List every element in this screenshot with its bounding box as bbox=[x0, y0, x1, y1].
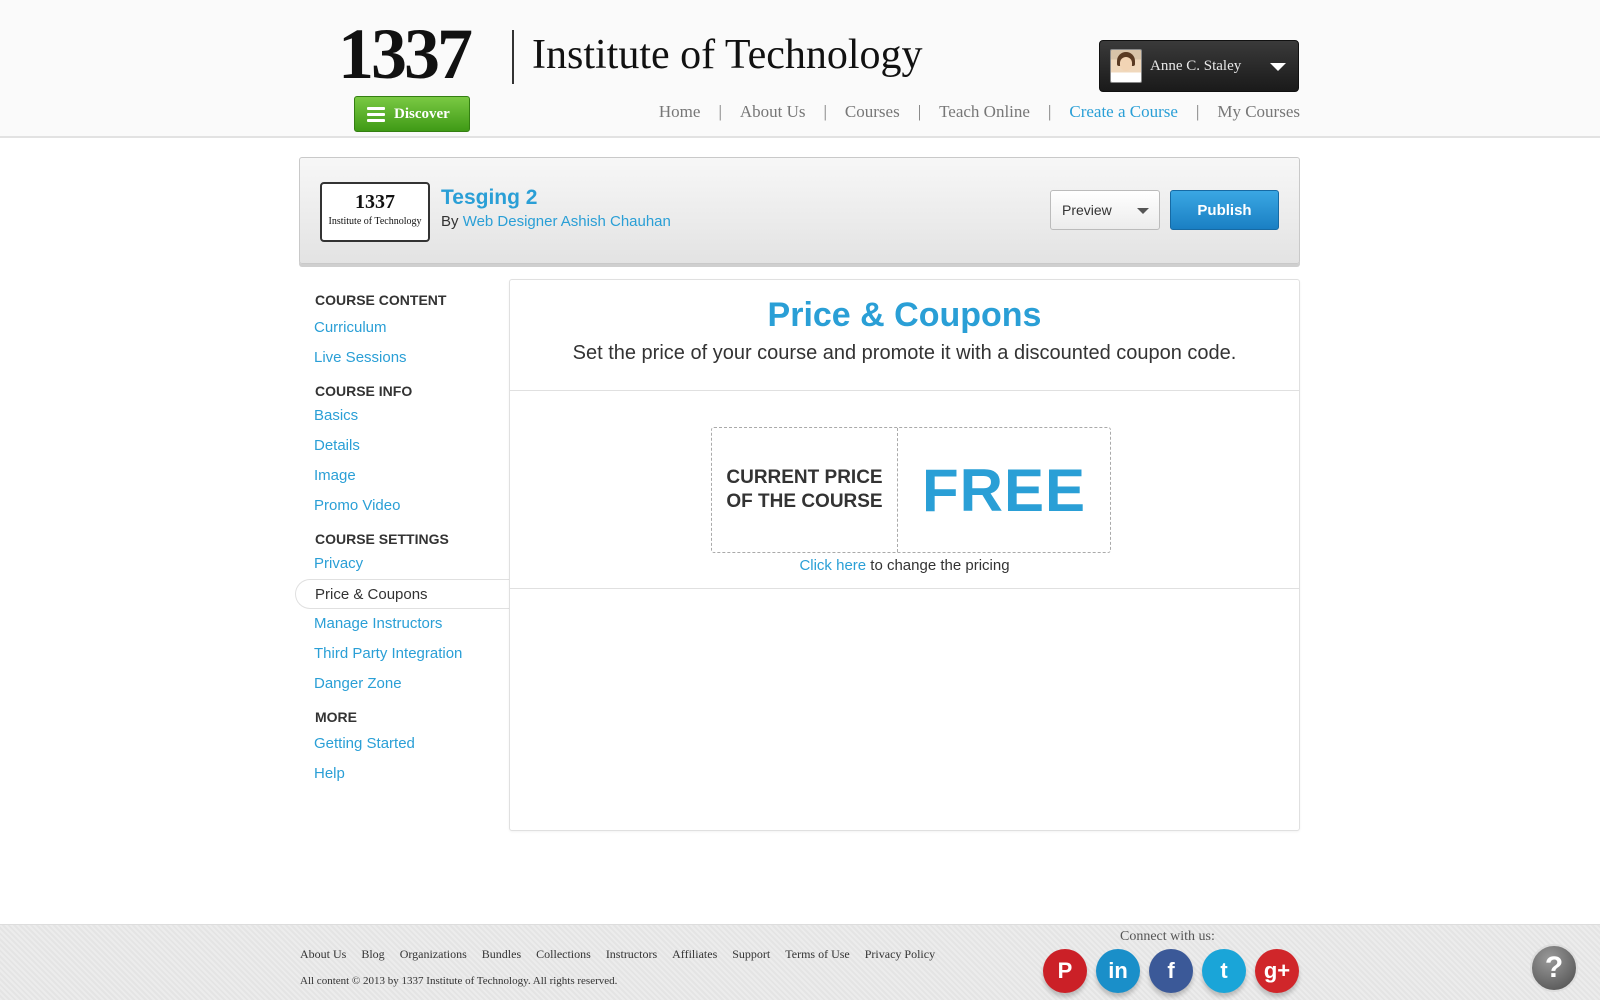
nav-separator: | bbox=[823, 102, 827, 121]
user-menu-dropdown[interactable]: Anne C. Staley bbox=[1099, 40, 1299, 92]
nav-about-us[interactable]: About Us bbox=[740, 102, 806, 122]
course-sidebar: COURSE CONTENT Curriculum Live Sessions … bbox=[295, 280, 510, 789]
footer-link-privacy-policy[interactable]: Privacy Policy bbox=[865, 947, 935, 962]
nav-separator: | bbox=[917, 102, 922, 121]
copyright-text: All content © 2013 by 1337 Institute of … bbox=[300, 975, 618, 987]
footer-links: About Us Blog Organizations Bundles Coll… bbox=[300, 947, 935, 962]
google-plus-icon[interactable]: g+ bbox=[1255, 949, 1299, 993]
nav-separator: | bbox=[1195, 102, 1200, 121]
footer-link-bundles[interactable]: Bundles bbox=[482, 947, 521, 962]
linkedin-icon[interactable]: in bbox=[1096, 949, 1140, 993]
footer-link-blog[interactable]: Blog bbox=[361, 947, 384, 962]
author-link[interactable]: Web Designer Ashish Chauhan bbox=[463, 213, 671, 230]
logo-name[interactable]: Institute of Technology bbox=[532, 34, 923, 76]
sidebar-item-third-party-integration[interactable]: Third Party Integration bbox=[295, 639, 510, 669]
footer-link-collections[interactable]: Collections bbox=[536, 947, 591, 962]
course-logo-number: 1337 bbox=[355, 191, 395, 213]
section-heading-course-content: COURSE CONTENT bbox=[315, 292, 447, 308]
divider bbox=[510, 588, 1299, 589]
logo-divider bbox=[512, 30, 514, 84]
change-pricing-line: Click here to change the pricing bbox=[510, 557, 1299, 574]
sidebar-item-getting-started[interactable]: Getting Started bbox=[295, 729, 510, 759]
divider bbox=[510, 390, 1299, 391]
current-price-value: FREE bbox=[921, 456, 1087, 524]
footer-link-affiliates[interactable]: Affiliates bbox=[672, 947, 717, 962]
avatar bbox=[1110, 49, 1142, 83]
footer-link-about-us[interactable]: About Us bbox=[300, 947, 346, 962]
nav-courses[interactable]: Courses bbox=[845, 102, 900, 122]
course-author-line: By Web Designer Ashish Chauhan bbox=[441, 213, 671, 230]
footer-link-support[interactable]: Support bbox=[732, 947, 770, 962]
nav-separator: | bbox=[718, 102, 722, 121]
sidebar-item-basics[interactable]: Basics bbox=[295, 401, 510, 431]
page-subtitle: Set the price of your course and promote… bbox=[572, 342, 1237, 364]
course-thumbnail[interactable]: 1337 Institute of Technology bbox=[320, 182, 430, 242]
facebook-icon[interactable]: f bbox=[1149, 949, 1193, 993]
footer-link-terms-of-use[interactable]: Terms of Use bbox=[785, 947, 849, 962]
change-pricing-link[interactable]: Click here bbox=[799, 557, 866, 574]
preview-dropdown[interactable]: Preview bbox=[1050, 190, 1160, 230]
sidebar-item-promo-video[interactable]: Promo Video bbox=[295, 491, 510, 521]
change-pricing-text: to change the pricing bbox=[866, 557, 1010, 574]
menu-icon bbox=[367, 106, 385, 122]
course-title[interactable]: Tesging 2 bbox=[441, 186, 537, 210]
sidebar-item-details[interactable]: Details bbox=[295, 431, 510, 461]
connect-label: Connect with us: bbox=[1120, 929, 1215, 944]
section-heading-course-info: COURSE INFO bbox=[315, 383, 413, 399]
section-heading-course-settings: COURSE SETTINGS bbox=[315, 531, 449, 547]
section-heading-more: MORE bbox=[315, 709, 357, 725]
by-prefix: By bbox=[441, 213, 459, 230]
site-header: 1337 Institute of Technology Discover An… bbox=[0, 0, 1600, 138]
price-coupons-panel: Price & Coupons Set the price of your co… bbox=[509, 279, 1300, 831]
discover-button[interactable]: Discover bbox=[354, 96, 470, 132]
footer-link-organizations[interactable]: Organizations bbox=[400, 947, 467, 962]
twitter-icon[interactable]: t bbox=[1202, 949, 1246, 993]
sidebar-item-help[interactable]: Help bbox=[295, 759, 510, 789]
current-price-label: CURRENT PRICE OF THE COURSE bbox=[712, 428, 898, 552]
chevron-down-icon bbox=[1270, 63, 1286, 71]
nav-home[interactable]: Home bbox=[659, 102, 701, 122]
course-header-bar: 1337 Institute of Technology Tesging 2 B… bbox=[299, 157, 1300, 264]
sidebar-item-danger-zone[interactable]: Danger Zone bbox=[295, 669, 510, 699]
site-footer: About Us Blog Organizations Bundles Coll… bbox=[0, 924, 1600, 1000]
preview-label: Preview bbox=[1062, 202, 1112, 218]
main-nav: Home | About Us | Courses | Teach Online… bbox=[659, 102, 1300, 122]
footer-link-instructors[interactable]: Instructors bbox=[606, 947, 657, 962]
discover-label: Discover bbox=[394, 105, 450, 122]
nav-teach-online[interactable]: Teach Online bbox=[939, 102, 1030, 122]
sidebar-item-image[interactable]: Image bbox=[295, 461, 510, 491]
publish-button[interactable]: Publish bbox=[1170, 190, 1279, 230]
course-logo-name: Institute of Technology bbox=[328, 216, 422, 227]
page-title: Price & Coupons bbox=[767, 296, 1042, 334]
user-name: Anne C. Staley bbox=[1150, 57, 1242, 74]
sidebar-item-manage-instructors[interactable]: Manage Instructors bbox=[295, 609, 510, 639]
nav-separator: | bbox=[1047, 102, 1052, 121]
help-button[interactable]: ? bbox=[1530, 944, 1578, 992]
sidebar-item-live-sessions[interactable]: Live Sessions bbox=[295, 343, 510, 373]
current-price-box: CURRENT PRICE OF THE COURSE FREE bbox=[711, 427, 1111, 553]
logo-number[interactable]: 1337 bbox=[338, 18, 473, 90]
nav-my-courses[interactable]: My Courses bbox=[1217, 102, 1300, 122]
sidebar-item-price-coupons[interactable]: Price & Coupons bbox=[295, 579, 510, 609]
pinterest-icon[interactable]: P bbox=[1043, 949, 1087, 993]
sidebar-item-privacy[interactable]: Privacy bbox=[295, 549, 510, 579]
chevron-down-icon bbox=[1137, 208, 1149, 214]
nav-create-a-course[interactable]: Create a Course bbox=[1069, 102, 1178, 122]
sidebar-item-curriculum[interactable]: Curriculum bbox=[295, 313, 510, 343]
